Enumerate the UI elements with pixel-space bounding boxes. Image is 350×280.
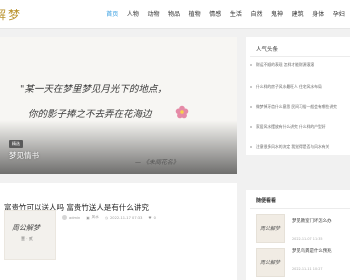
- nav-item[interactable]: 生活: [226, 0, 247, 29]
- nav-item[interactable]: 首页: [102, 0, 123, 29]
- popular-item[interactable]: 注意很多风水的决定 我觉得是否与风水有关: [250, 141, 350, 152]
- hero-overlay: [0, 120, 237, 174]
- popular-item-label: 财运不顺的表现 怎样才能财源滚滚: [256, 61, 315, 67]
- random-item-date: 2022-11-07 11:35: [292, 237, 323, 241]
- popular-widget: 人气头条 财运不顺的表现 怎样才能财源滚滚 什么样的房子风水最旺人 住宅风水布局…: [246, 37, 350, 155]
- random-widget: 随便看看 周公解梦 梦见教室门坏怎么办 2022-11-07 11:35 周公解…: [246, 190, 350, 280]
- bullet-icon: [250, 125, 252, 128]
- thumbnail-text: 周公解梦: [12, 224, 40, 232]
- popular-item-label: 注意很多风水的决定 我觉得是否与风水有关: [256, 143, 330, 149]
- random-thumbnail[interactable]: 周公解梦: [256, 214, 285, 243]
- random-thumbnail[interactable]: 周公解梦: [256, 248, 285, 277]
- random-item-title[interactable]: 梦见鸟粪是什么预兆: [292, 248, 332, 254]
- author-name[interactable]: admin: [69, 216, 80, 220]
- nav-item[interactable]: 情感: [205, 0, 226, 29]
- avatar: [62, 215, 67, 220]
- popular-item[interactable]: 做梦掉牙齿什么意思 民间习俗一般会有哪些讲究: [250, 101, 350, 112]
- nav-item[interactable]: 动物: [143, 0, 164, 29]
- article-thumbnail[interactable]: 周公解梦 壹 · 贰: [4, 210, 56, 260]
- site-logo[interactable]: 解梦: [0, 6, 22, 23]
- bullet-icon: [250, 145, 252, 148]
- popular-item-label: 家居风水摆放有什么讲究 什么样的户型好: [256, 123, 326, 129]
- nav-item[interactable]: 身体: [308, 0, 329, 29]
- divider: [250, 208, 350, 209]
- hero-banner[interactable]: "某一天在梦里梦见月光下的地点， 你的影子捧之不去弄在花海边 — 《未闻花名》 …: [0, 37, 237, 174]
- category-link[interactable]: 风水: [92, 215, 99, 220]
- random-item-date: 2022-11-11 10:27: [292, 267, 323, 271]
- nav-item[interactable]: 鬼神: [267, 0, 288, 29]
- divider: [250, 56, 350, 57]
- random-item-title[interactable]: 梦见教室门坏怎么办: [292, 218, 332, 224]
- hero-title[interactable]: 梦见情书: [9, 150, 39, 161]
- thumbnail-text: 周公解梦: [260, 260, 281, 266]
- article-meta: admin ▣ 风水 ◷ 2022-11-17 07:33 ♥ 0: [62, 215, 156, 220]
- hero-tag-badge: 精选: [9, 140, 23, 148]
- popular-item[interactable]: 什么样的房子风水最旺人 住宅风水布局: [250, 81, 350, 92]
- random-heading: 随便看看: [256, 198, 277, 204]
- clock-icon: ◷: [104, 215, 108, 220]
- popular-item-label: 做梦掉牙齿什么意思 民间习俗一般会有哪些讲究: [256, 103, 337, 109]
- nav-item[interactable]: 自然: [246, 0, 267, 29]
- popular-item[interactable]: 财运不顺的表现 怎样才能财源滚滚: [250, 59, 350, 70]
- flower-icon: [175, 105, 189, 119]
- thumbnail-text: 周公解梦: [260, 226, 281, 232]
- hero-signature: — 《未闻花名》: [135, 159, 179, 166]
- site-header: 解梦 首页 人物 动物 物品 植物 情感 生活 自然 鬼神 建筑 身体 孕妇 其…: [0, 0, 350, 29]
- like-icon: ♥: [148, 215, 152, 220]
- hero-quote-line: "某一天在梦里梦见月光下的地点，: [20, 84, 167, 95]
- nav-item[interactable]: 建筑: [287, 0, 308, 29]
- bullet-icon: [250, 105, 252, 108]
- thumbnail-subtext: 壹 · 贰: [21, 236, 33, 241]
- nav-item[interactable]: 植物: [184, 0, 205, 29]
- bullet-icon: [250, 63, 252, 66]
- folder-icon: ▣: [86, 215, 90, 220]
- popular-item-label: 什么样的房子风水最旺人 住宅风水布局: [256, 83, 322, 89]
- popular-heading: 人气头条: [256, 47, 279, 53]
- popular-item[interactable]: 家居风水摆放有什么讲究 什么样的户型好: [250, 121, 350, 132]
- nav-item[interactable]: 物品: [164, 0, 185, 29]
- nav-item[interactable]: 孕妇: [329, 0, 350, 29]
- bullet-icon: [250, 85, 252, 88]
- nav-item[interactable]: 人物: [123, 0, 144, 29]
- main-nav: 首页 人物 动物 物品 植物 情感 生活 自然 鬼神 建筑 身体 孕妇 其他: [102, 0, 350, 29]
- post-date: 2022-11-17 07:33: [110, 215, 143, 220]
- like-count: 0: [153, 215, 156, 220]
